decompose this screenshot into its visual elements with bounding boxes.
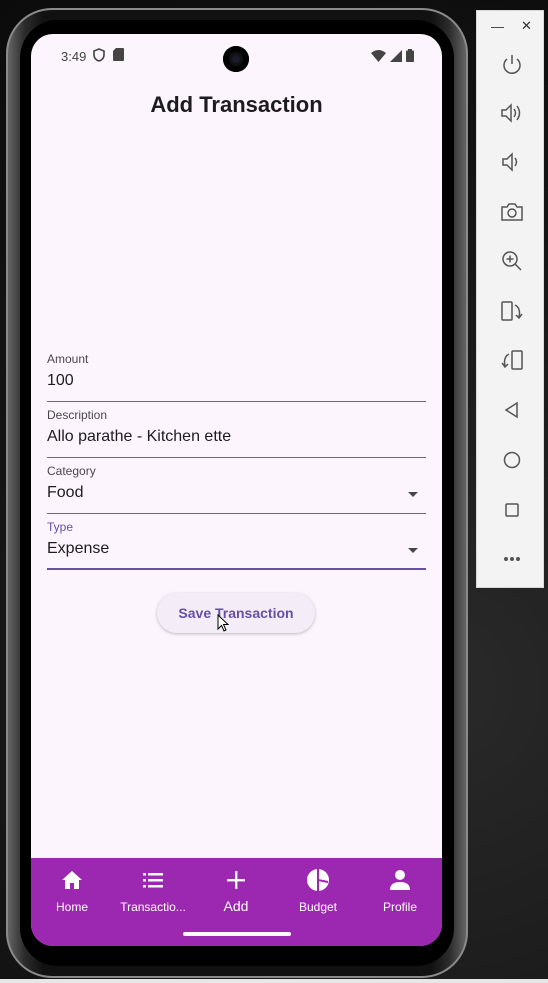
nav-item-transactions[interactable]: Transactio... [113, 858, 193, 918]
nav-label-add: Add [223, 898, 249, 914]
type-dropdown[interactable]: Type Expense [47, 520, 426, 570]
nav-label-budget: Budget [298, 900, 338, 914]
camera-icon[interactable] [499, 199, 525, 225]
nav-label-home: Home [55, 900, 88, 914]
more-icon[interactable] [499, 546, 525, 572]
list-icon [143, 873, 163, 888]
battery-icon [406, 49, 414, 62]
rotate-right-icon[interactable] [499, 347, 525, 373]
category-value[interactable]: Food [47, 484, 426, 502]
home-icon [62, 871, 82, 889]
status-bar: 3:49 [31, 34, 442, 78]
type-value[interactable]: Expense [47, 540, 426, 558]
nav-item-home[interactable]: Home [32, 858, 112, 918]
minimize-icon[interactable]: — [491, 19, 504, 34]
description-label: Description [47, 408, 108, 422]
shield-icon [93, 48, 105, 62]
cell-signal-icon [390, 49, 402, 62]
add-icon [227, 871, 245, 889]
page-title: Add Transaction [150, 92, 323, 117]
nav-item-budget[interactable]: Budget [278, 858, 358, 918]
volume-up-icon[interactable] [499, 100, 525, 126]
wifi-icon [371, 49, 386, 62]
category-label: Category [47, 464, 96, 478]
pie-chart-icon [307, 869, 329, 891]
status-time: 3:49 [61, 49, 87, 64]
type-label: Type [47, 520, 74, 534]
chevron-down-icon[interactable] [408, 492, 418, 497]
chevron-down-icon[interactable] [408, 548, 418, 553]
front-camera [223, 46, 249, 72]
window-bottom-edge [0, 979, 548, 983]
status-left-icons [93, 48, 124, 62]
save-transaction-button[interactable]: Save Transaction [157, 593, 315, 633]
zoom-in-icon[interactable] [499, 248, 525, 274]
overview-icon[interactable] [499, 497, 525, 523]
back-icon[interactable] [499, 397, 525, 423]
gesture-home-indicator[interactable] [183, 932, 291, 936]
amount-field[interactable]: Amount 100 [47, 352, 426, 402]
description-field[interactable]: Description Allo parathe - Kitchen ette [47, 408, 426, 458]
amount-value[interactable]: 100 [47, 372, 426, 390]
nav-item-add[interactable]: Add [196, 858, 276, 918]
close-icon[interactable]: ✕ [521, 18, 532, 34]
amount-label: Amount [47, 352, 89, 366]
category-dropdown[interactable]: Category Food [47, 464, 426, 514]
emulator-toolbar: — ✕ [476, 10, 544, 588]
emulator-titlebar: — ✕ [477, 11, 543, 41]
rotate-left-icon[interactable] [499, 298, 525, 324]
nav-label-transactions: Transactio... [120, 900, 186, 914]
power-icon[interactable] [499, 51, 525, 77]
mouse-cursor-icon [217, 614, 229, 632]
status-right-icons [371, 49, 414, 62]
app-screen: 3:49 Add Transaction Amount 100 Descript… [31, 34, 442, 946]
volume-down-icon[interactable] [499, 149, 525, 175]
nav-label-profile: Profile [382, 900, 417, 914]
bottom-navigation-bar: Home Transactio... Add Budget Profile [31, 858, 442, 946]
nav-item-profile[interactable]: Profile [360, 858, 440, 918]
sd-card-icon [113, 48, 124, 61]
person-icon [390, 870, 410, 890]
home-icon[interactable] [499, 447, 525, 473]
description-value[interactable]: Allo parathe - Kitchen ette [47, 428, 426, 446]
